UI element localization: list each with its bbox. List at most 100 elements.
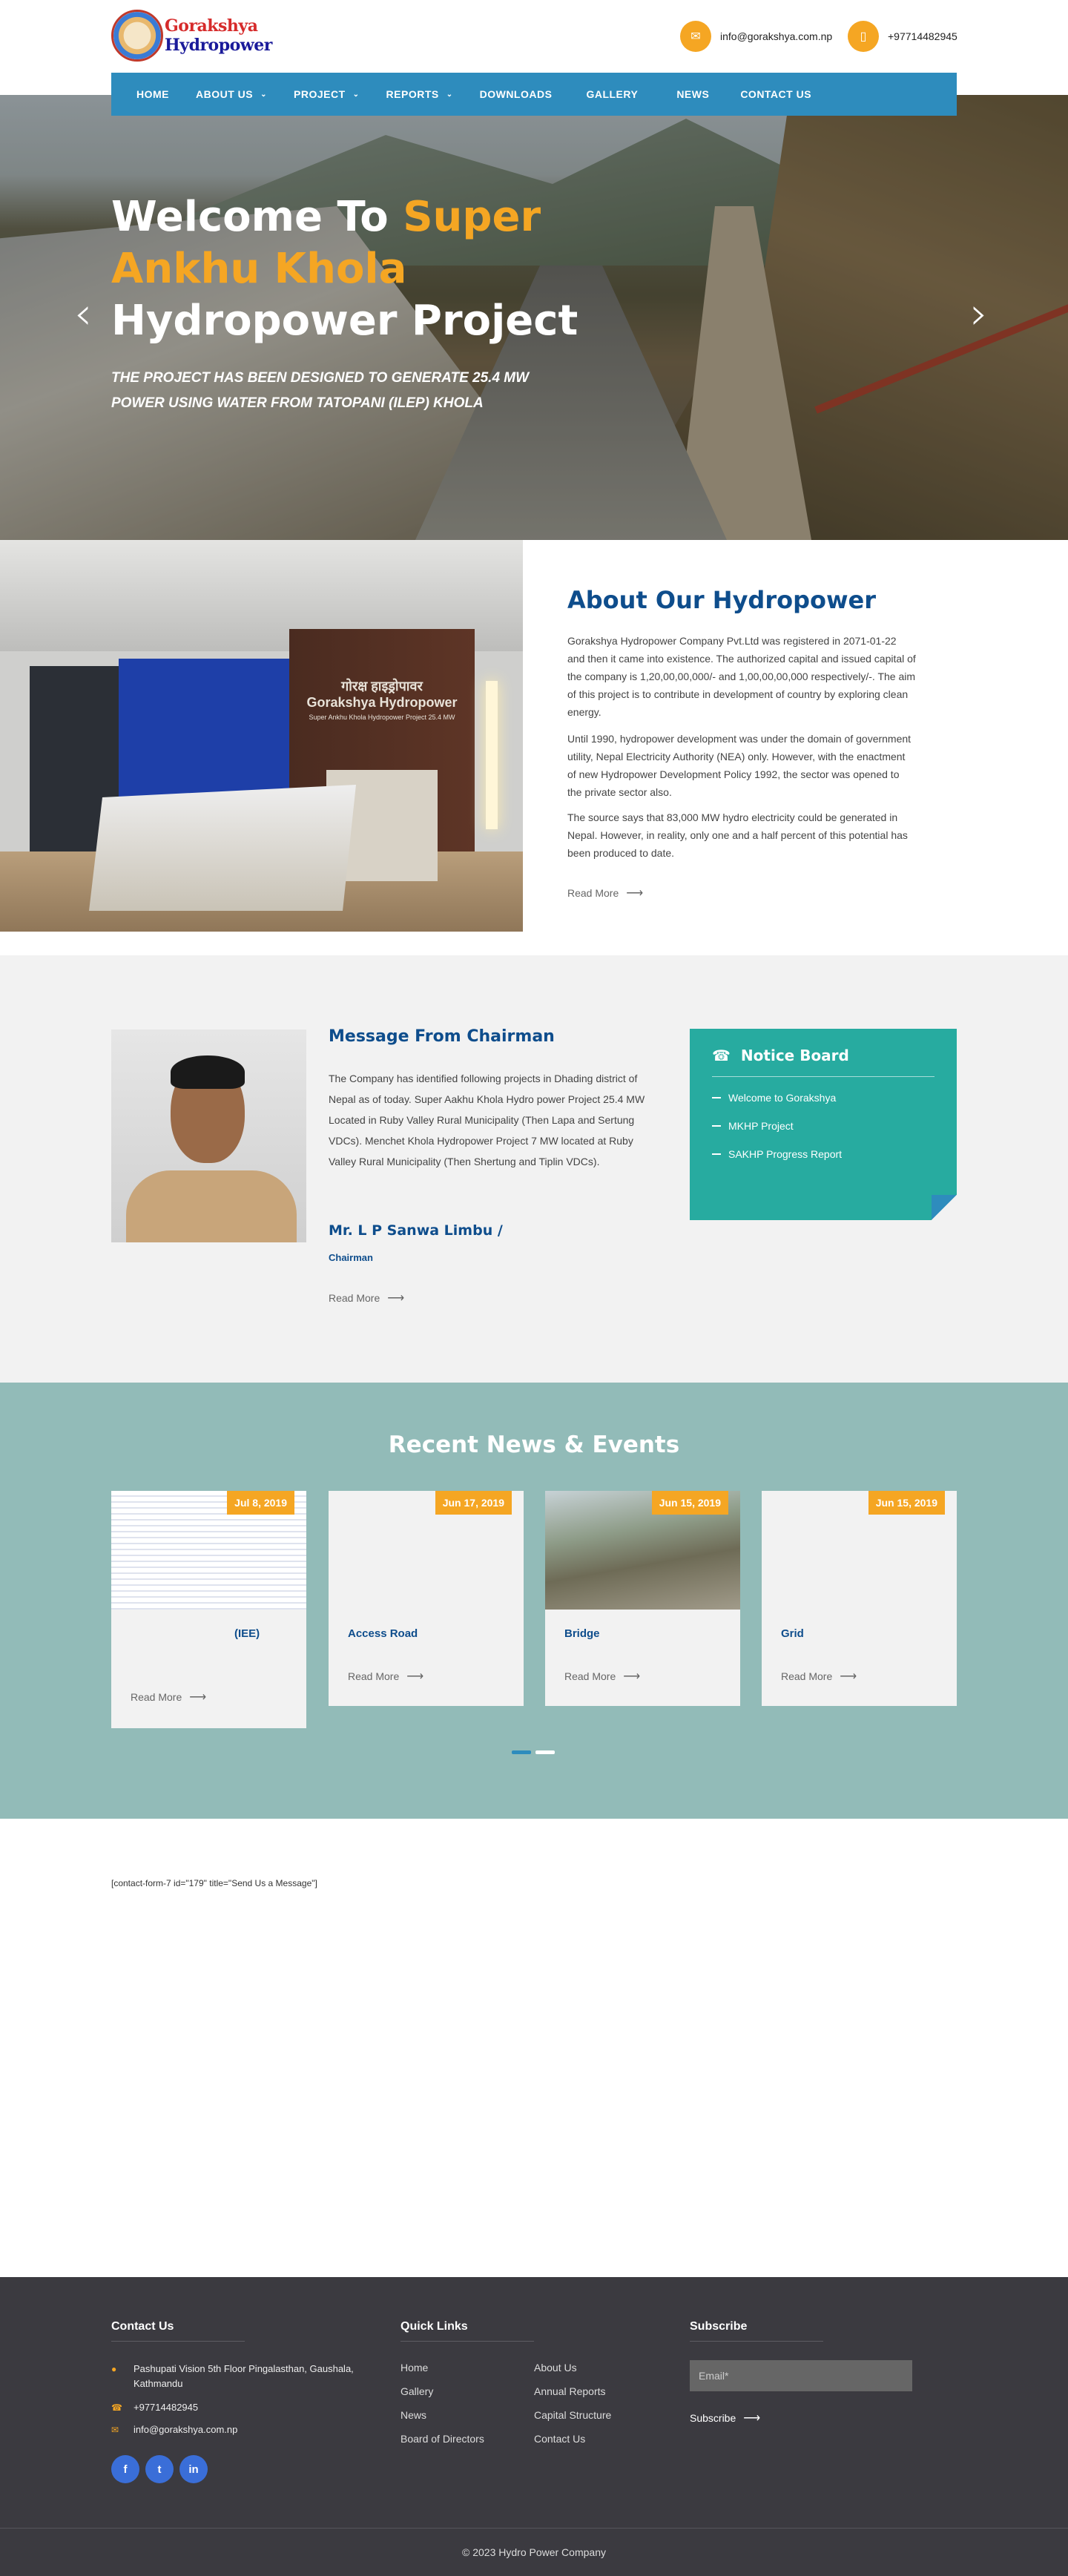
nav-item-reports[interactable]: REPORTS ⌄ xyxy=(373,73,467,116)
footer-link-gallery[interactable]: Gallery xyxy=(400,2385,433,2397)
mobile-icon: ▯ xyxy=(848,21,879,52)
read-more-label: Read More xyxy=(564,1670,616,1682)
logo-text: Gorakshya Hydropower xyxy=(165,16,289,55)
notice-item-label: SAKHP Progress Report xyxy=(728,1148,843,1160)
nav-item-contact-us[interactable]: CONTACT US xyxy=(727,73,825,116)
hero-subtitle: The project has been designed to generat… xyxy=(111,370,530,411)
footer-phone-text: +97714482945 xyxy=(134,2402,199,2413)
footer-link-news[interactable]: News xyxy=(400,2409,426,2421)
footer-link-about-us[interactable]: About Us xyxy=(534,2362,577,2374)
hero-slider: Welcome To Super Ankhu Khola Hydropower P… xyxy=(0,95,1068,540)
chairman-photo-body xyxy=(126,1170,297,1242)
arrow-right-icon: ⟶ xyxy=(840,1670,857,1683)
footer-contact-title: Contact Us xyxy=(111,2320,174,2333)
arrow-right-icon: ⟶ xyxy=(626,887,644,900)
about-image-sign: गोरक्ष हाइड्रोपावर Gorakshya Hydropower Su… xyxy=(297,677,467,721)
chevron-right-icon[interactable]: › xyxy=(970,288,988,340)
chevron-left-icon[interactable]: ‹ xyxy=(74,288,92,340)
notice-board-title: Notice Board xyxy=(740,1047,849,1064)
envelope-icon: ✉ xyxy=(111,2425,119,2435)
hero-title: Welcome To Super Ankhu Khola Hydropower P… xyxy=(111,191,630,347)
header-phone[interactable]: ▯ +97714482945 xyxy=(848,21,957,52)
footer-phone[interactable]: ☎ +97714482945 xyxy=(111,2400,198,2415)
about-title: About Our Hydropower xyxy=(567,586,877,614)
footer-link-board-of-directors[interactable]: Board of Directors xyxy=(400,2433,484,2445)
footer-link-home[interactable]: Home xyxy=(400,2362,428,2374)
footer-email-text: info@gorakshya.com.np xyxy=(134,2424,238,2435)
news-card[interactable]: Jul 8, 2019 (IEE) Read More ⟶ xyxy=(111,1491,306,1728)
news-card-date: Jun 15, 2019 xyxy=(651,1491,728,1515)
news-card[interactable]: Jun 15, 2019 Bridge Read More ⟶ xyxy=(545,1491,740,1706)
footer-link-capital-structure[interactable]: Capital Structure xyxy=(534,2409,611,2421)
subscribe-button-label: Subscribe xyxy=(690,2412,736,2424)
site-logo[interactable]: Gorakshya Hydropower xyxy=(111,7,289,64)
nav-label: ABOUT US xyxy=(196,88,254,100)
news-card[interactable]: Jun 15, 2019 Grid Read More ⟶ xyxy=(762,1491,957,1706)
news-card-read-more[interactable]: Read More ⟶ xyxy=(131,1690,206,1704)
hero-title-part2: Hydropower Project xyxy=(111,297,578,345)
about-image-sign-small: Super Ankhu Khola Hydropower Project 25.… xyxy=(309,714,455,721)
about-paragraph: The source says that 83,000 MW hydro ele… xyxy=(567,811,908,859)
about-image: गोरक्ष हाइड्रोपावर Gorakshya Hydropower Su… xyxy=(0,540,523,932)
notice-item-label: Welcome to Gorakshya xyxy=(728,1092,837,1104)
hero-title-part1: Welcome To xyxy=(111,193,389,241)
social-links: f t in xyxy=(111,2455,208,2483)
news-card-title: (IEE) xyxy=(234,1627,260,1640)
footer-email[interactable]: ✉ info@gorakshya.com.np xyxy=(111,2422,237,2437)
brand-name-part1: Gorakshya xyxy=(165,16,258,36)
notice-item[interactable]: Welcome to Gorakshya xyxy=(712,1092,934,1104)
footer-link-annual-reports[interactable]: Annual Reports xyxy=(534,2385,606,2397)
carousel-dot[interactable] xyxy=(535,1750,555,1754)
news-card-date: Jul 8, 2019 xyxy=(227,1491,294,1515)
news-card-read-more[interactable]: Read More ⟶ xyxy=(564,1669,640,1684)
about-image-sign-np: गोरक्ष हाइड्रोपावर xyxy=(341,679,423,694)
about-image-light xyxy=(486,681,498,829)
facebook-icon[interactable]: f xyxy=(111,2455,139,2483)
nav-label: DOWNLOADS xyxy=(479,88,553,100)
subscribe-email-input[interactable] xyxy=(690,2360,912,2391)
phone-icon: ☎ xyxy=(111,2402,122,2413)
chevron-down-icon: ⌄ xyxy=(446,90,453,99)
footer-link-contact-us[interactable]: Contact Us xyxy=(534,2433,585,2445)
twitter-icon[interactable]: t xyxy=(145,2455,174,2483)
carousel-dot[interactable] xyxy=(512,1750,531,1754)
chevron-down-icon: ⌄ xyxy=(352,90,360,99)
nav-item-downloads[interactable]: DOWNLOADS xyxy=(467,73,566,116)
logo-emblem-icon xyxy=(111,10,163,62)
arrow-right-icon: ⟶ xyxy=(623,1670,641,1683)
notice-item[interactable]: MKHP Project xyxy=(712,1120,934,1132)
news-card-read-more[interactable]: Read More ⟶ xyxy=(781,1669,857,1684)
header-email-text: info@gorakshya.com.np xyxy=(720,30,833,42)
footer-quick-links-title: Quick Links xyxy=(400,2320,468,2333)
header-email[interactable]: ✉ info@gorakshya.com.np xyxy=(680,21,832,52)
subscribe-button[interactable]: Subscribe ⟶ xyxy=(690,2411,760,2425)
nav-item-home[interactable]: HOME xyxy=(123,73,182,116)
linkedin-icon[interactable]: in xyxy=(179,2455,208,2483)
footer-divider xyxy=(400,2341,534,2342)
footer-divider xyxy=(690,2341,823,2342)
news-card-read-more[interactable]: Read More ⟶ xyxy=(348,1669,423,1684)
nav-item-news[interactable]: NEWS xyxy=(659,73,727,116)
chairman-name: Mr. L P Sanwa Limbu / xyxy=(329,1222,503,1239)
nav-item-about-us[interactable]: ABOUT US ⌄ xyxy=(182,73,280,116)
news-card[interactable]: Jun 17, 2019 Access Road Read More ⟶ xyxy=(329,1491,524,1706)
envelope-icon: ✉ xyxy=(680,21,711,52)
about-read-more-link[interactable]: Read More ⟶ xyxy=(567,886,643,900)
nav-item-gallery[interactable]: GALLERY xyxy=(565,73,659,116)
footer-divider xyxy=(111,2341,245,2342)
contact-form-shortcode: [contact-form-7 id="179" title="Send Us … xyxy=(111,1878,317,1888)
nav-label: NEWS xyxy=(676,88,710,100)
about-paragraph: Gorakshya Hydropower Company Pvt.Ltd was… xyxy=(567,635,916,718)
read-more-label: Read More xyxy=(781,1670,833,1682)
chairman-role: Chairman xyxy=(329,1252,373,1263)
nav-label: CONTACT US xyxy=(740,88,812,100)
notice-item[interactable]: SAKHP Progress Report xyxy=(712,1148,934,1160)
about-paragraph: Until 1990, hydropower development was u… xyxy=(567,733,912,798)
chairman-read-more-link[interactable]: Read More ⟶ xyxy=(329,1291,404,1305)
header-phone-text: +97714482945 xyxy=(888,30,957,42)
nav-item-project[interactable]: PROJECT ⌄ xyxy=(280,73,373,116)
chairman-photo xyxy=(111,1030,306,1242)
map-marker-icon: ● xyxy=(111,2364,117,2374)
nav-label: GALLERY xyxy=(586,88,639,100)
chevron-down-icon: ⌄ xyxy=(260,90,268,99)
